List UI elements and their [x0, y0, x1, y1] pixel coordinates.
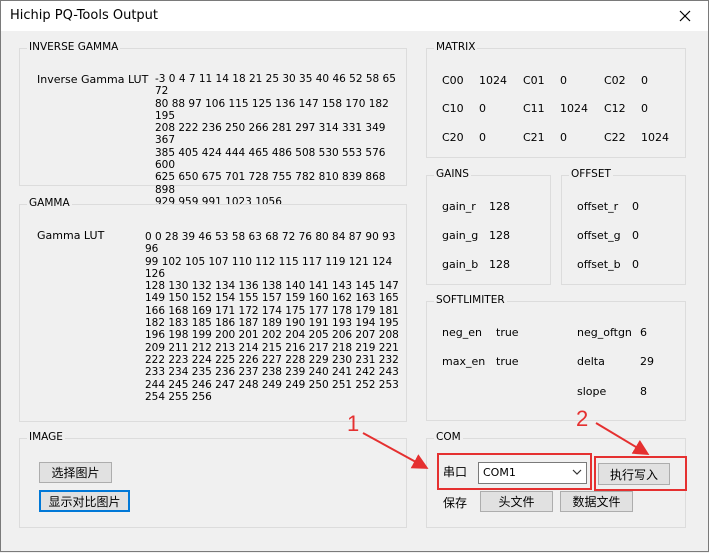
gain-b-label: gain_b: [442, 258, 479, 271]
neg-en-value: true: [496, 326, 519, 339]
title-bar: Hichip PQ-Tools Output: [1, 1, 708, 31]
matrix-c20-value: 0: [479, 131, 486, 144]
neg-en-label: neg_en: [442, 326, 482, 339]
window-title: Hichip PQ-Tools Output: [10, 8, 159, 23]
gain-r-value: 128: [489, 200, 510, 213]
matrix-c22-label: C22: [604, 131, 626, 144]
inverse-gamma-lut-label: Inverse Gamma LUT: [37, 73, 149, 86]
max-en-label: max_en: [442, 355, 486, 368]
delta-value: 29: [640, 355, 654, 368]
header-file-button[interactable]: 头文件: [480, 491, 553, 512]
gamma-group: GAMMA Gamma LUT 0 0 28 39 46 53 58 63 68…: [19, 197, 407, 422]
matrix-c01-value: 0: [560, 74, 567, 87]
offset-group-label: OFFSET: [569, 168, 613, 180]
matrix-c20-label: C20: [442, 131, 464, 144]
gain-b-value: 128: [489, 258, 510, 271]
app-window: Hichip PQ-Tools Output INVERSE GAMMA Inv…: [0, 0, 709, 552]
matrix-group-label: MATRIX: [434, 41, 478, 53]
gain-g-label: gain_g: [442, 229, 479, 242]
gain-r-label: gain_r: [442, 200, 476, 213]
annotation-box-write-button: [594, 456, 687, 491]
softlimiter-group-label: SOFTLIMITER: [434, 294, 507, 306]
gamma-lut-label: Gamma LUT: [37, 229, 105, 242]
matrix-c12-value: 0: [641, 102, 648, 115]
slope-value: 8: [640, 385, 647, 398]
matrix-c22-value: 1024: [641, 131, 669, 144]
matrix-c21-label: C21: [523, 131, 545, 144]
image-group-label: IMAGE: [27, 431, 65, 443]
matrix-c11-value: 1024: [560, 102, 588, 115]
gamma-lut-values: 0 0 28 39 46 53 58 63 68 72 76 80 84 87 …: [145, 231, 399, 403]
matrix-group: MATRIX C00 1024 C01 0 C02 0 C10 0 C11 10…: [426, 41, 686, 158]
image-group: IMAGE: [19, 431, 407, 528]
matrix-c10-label: C10: [442, 102, 464, 115]
gains-group: GAINS gain_r 128 gain_g 128 gain_b 128: [426, 168, 551, 285]
softlimiter-group: SOFTLIMITER neg_en true max_en true neg_…: [426, 294, 686, 421]
gain-g-value: 128: [489, 229, 510, 242]
annotation-box-serial-port: [437, 453, 592, 490]
inverse-gamma-group: INVERSE GAMMA Inverse Gamma LUT -3 0 4 7…: [19, 41, 407, 208]
matrix-c01-label: C01: [523, 74, 545, 87]
offset-r-label: offset_r: [577, 200, 619, 213]
offset-r-value: 0: [632, 200, 639, 213]
max-en-value: true: [496, 355, 519, 368]
show-compare-image-button[interactable]: 显示对比图片: [39, 490, 130, 512]
close-icon: [679, 10, 691, 22]
annotation-marker-1: 1: [347, 411, 360, 436]
com-group-label: COM: [434, 431, 463, 443]
matrix-c02-value: 0: [641, 74, 648, 87]
offset-b-label: offset_b: [577, 258, 621, 271]
matrix-c21-value: 0: [560, 131, 567, 144]
slope-label: slope: [577, 385, 607, 398]
close-button[interactable]: [662, 1, 708, 31]
data-file-button[interactable]: 数据文件: [560, 491, 633, 512]
neg-oftgn-value: 6: [640, 326, 647, 339]
offset-g-value: 0: [632, 229, 639, 242]
inverse-gamma-lut-values: -3 0 4 7 11 14 18 21 25 30 35 40 46 52 5…: [155, 73, 396, 208]
matrix-c02-label: C02: [604, 74, 626, 87]
matrix-c10-value: 0: [479, 102, 486, 115]
matrix-c00-label: C00: [442, 74, 464, 87]
inverse-gamma-group-label: INVERSE GAMMA: [27, 41, 121, 53]
neg-oftgn-label: neg_oftgn: [577, 326, 632, 339]
offset-g-label: offset_g: [577, 229, 621, 242]
matrix-c12-label: C12: [604, 102, 626, 115]
offset-group: OFFSET offset_r 0 offset_g 0 offset_b 0: [561, 168, 686, 285]
matrix-c11-label: C11: [523, 102, 545, 115]
annotation-marker-2: 2: [576, 406, 589, 431]
offset-b-value: 0: [632, 258, 639, 271]
gamma-group-label: GAMMA: [27, 197, 72, 209]
select-image-button[interactable]: 选择图片: [39, 462, 112, 483]
delta-label: delta: [577, 355, 605, 368]
gains-group-label: GAINS: [434, 168, 471, 180]
matrix-c00-value: 1024: [479, 74, 507, 87]
save-label: 保存: [443, 496, 468, 510]
